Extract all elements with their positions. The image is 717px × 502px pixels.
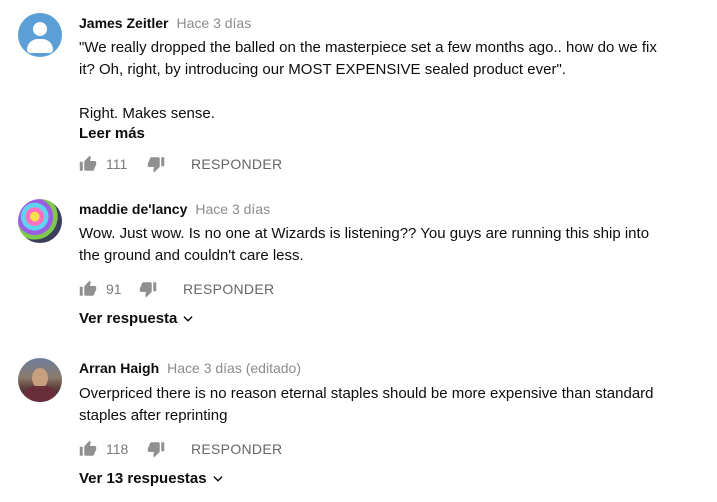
timestamp[interactable]: Hace 3 días: [177, 15, 252, 31]
reply-button[interactable]: RESPONDER: [183, 281, 274, 297]
author-name[interactable]: James Zeitler: [79, 15, 169, 31]
avatar-face: [32, 368, 48, 388]
comment-header: Arran Haigh Hace 3 días (editado): [79, 360, 301, 376]
comment-text: "We really dropped the balled on the mas…: [79, 37, 699, 125]
user-avatar[interactable]: [18, 13, 62, 57]
comment-text: Wow. Just wow. Is no one at Wizards is l…: [79, 223, 699, 267]
user-avatar[interactable]: [18, 199, 62, 243]
read-more-link[interactable]: Leer más: [79, 125, 145, 142]
comment-header: maddie de'lancy Hace 3 días: [79, 201, 270, 217]
view-replies-label: Ver respuesta: [79, 310, 178, 327]
view-replies-toggle[interactable]: Ver 13 respuestas: [79, 470, 225, 487]
avatar-head: [33, 22, 47, 36]
thumbs-up-icon[interactable]: [79, 440, 97, 458]
author-name[interactable]: maddie de'lancy: [79, 201, 187, 217]
like-count: 111: [106, 156, 128, 172]
avatar-body: [27, 39, 53, 53]
timestamp[interactable]: Hace 3 días: [195, 201, 270, 217]
like-count: 118: [106, 441, 129, 457]
thumbs-down-icon[interactable]: [139, 280, 157, 298]
comment-line: "We really dropped the balled on the mas…: [79, 39, 657, 56]
user-avatar[interactable]: [18, 358, 62, 402]
comment-header: James Zeitler Hace 3 días: [79, 15, 251, 31]
comment-text: Overpriced there is no reason eternal st…: [79, 383, 699, 427]
chevron-down-icon: [212, 476, 223, 482]
thumbs-up-icon[interactable]: [79, 155, 97, 173]
view-replies-toggle[interactable]: Ver respuesta: [79, 310, 195, 327]
comment-line: the ground and couldn't care less.: [79, 247, 304, 264]
avatar-shirt: [24, 386, 56, 402]
reply-button[interactable]: RESPONDER: [191, 156, 282, 172]
chevron-down-icon: [183, 316, 194, 322]
thumbs-down-icon[interactable]: [147, 155, 165, 173]
thumbs-down-icon[interactable]: [147, 440, 165, 458]
timestamp[interactable]: Hace 3 días (editado): [167, 360, 301, 376]
view-replies-label: Ver 13 respuestas: [79, 470, 207, 487]
comment-line: Wow. Just wow. Is no one at Wizards is l…: [79, 225, 650, 242]
author-name[interactable]: Arran Haigh: [79, 360, 159, 376]
comment-line: Overpriced there is no reason eternal st…: [79, 385, 654, 402]
like-count: 91: [106, 281, 122, 297]
thumbs-up-icon[interactable]: [79, 280, 97, 298]
comment-line: staples after reprinting: [79, 407, 228, 424]
comment-line: Right. Makes sense.: [79, 105, 215, 122]
comment-line: it? Oh, right, by introducing our MOST E…: [79, 61, 566, 78]
reply-button[interactable]: RESPONDER: [191, 441, 282, 457]
comment-line: [79, 81, 699, 103]
